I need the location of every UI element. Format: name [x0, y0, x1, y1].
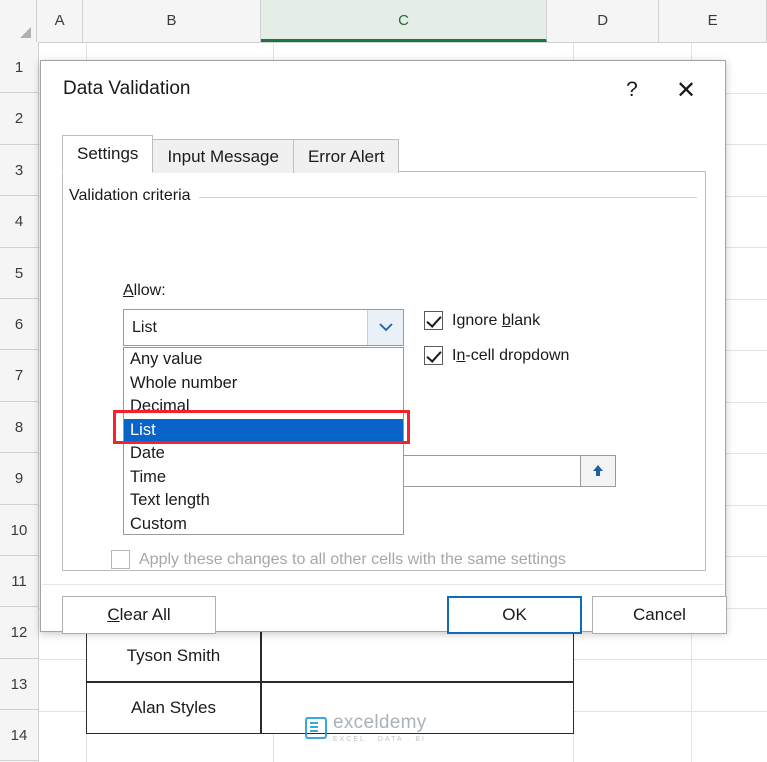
- dropdown-item-whole-number[interactable]: Whole number: [124, 372, 403, 396]
- allow-combobox[interactable]: List: [123, 309, 404, 346]
- row-header-11[interactable]: 11: [0, 556, 38, 608]
- row-header-4[interactable]: 4: [0, 196, 38, 248]
- row-header-6[interactable]: 6: [0, 299, 38, 351]
- table-cell: Alan Styles: [86, 682, 261, 734]
- allow-label: Allow:: [123, 282, 166, 299]
- column-header-c[interactable]: C: [261, 0, 547, 42]
- validation-criteria-label: Validation criteria: [69, 187, 199, 205]
- ignore-blank-row[interactable]: Ignore blank: [424, 311, 540, 330]
- dropdown-item-time[interactable]: Time: [124, 466, 403, 490]
- row-header-2[interactable]: 2: [0, 93, 38, 145]
- row-header-9[interactable]: 9: [0, 453, 38, 505]
- tab-input-message[interactable]: Input Message: [152, 139, 294, 173]
- row-header-1[interactable]: 1: [0, 42, 38, 94]
- dialog-titlebar: Data Validation ? ✕: [41, 61, 725, 117]
- table-cell-text: Alan Styles: [130, 698, 217, 717]
- select-all-corner[interactable]: [0, 0, 38, 42]
- row-header-3[interactable]: 3: [0, 145, 38, 197]
- ok-button[interactable]: OK: [447, 596, 582, 634]
- data-validation-dialog: Data Validation ? ✕ Settings Input Messa…: [40, 60, 727, 634]
- ignore-blank-label: Ignore blank: [452, 311, 541, 329]
- allow-selected-value: List: [132, 318, 157, 336]
- watermark-text: exceldemy: [333, 712, 427, 733]
- watermark: exceldemy EXCEL · DATA · BI: [305, 712, 427, 743]
- ignore-blank-checkbox[interactable]: [424, 311, 443, 330]
- chevron-down-icon[interactable]: [367, 310, 403, 345]
- row-header-14[interactable]: 14: [0, 710, 38, 762]
- table-cell-text: Tyson Smith: [126, 646, 221, 665]
- row-header-13[interactable]: 13: [0, 659, 38, 711]
- column-header-a[interactable]: A: [37, 0, 83, 42]
- dialog-tabs: Settings Input Message Error Alert: [62, 135, 400, 173]
- dropdown-item-custom[interactable]: Custom: [124, 513, 403, 535]
- range-picker-icon[interactable]: [580, 455, 616, 487]
- ok-button-label: OK: [502, 605, 527, 624]
- close-icon[interactable]: ✕: [667, 73, 705, 107]
- row-header-5[interactable]: 5: [0, 248, 38, 299]
- footer-divider: [42, 584, 724, 585]
- row-header-bar: 1 2 3 4 5 6 7 8 9 10 11 12 13 14: [0, 42, 39, 762]
- in-cell-dropdown-checkbox[interactable]: [424, 346, 443, 365]
- apply-all-label: Apply these changes to all other cells w…: [139, 550, 566, 568]
- row-header-10[interactable]: 10: [0, 505, 38, 556]
- help-icon[interactable]: ?: [617, 75, 647, 105]
- dropdown-item-date[interactable]: Date: [124, 442, 403, 466]
- in-cell-dropdown-label: In-cell dropdown: [452, 346, 570, 364]
- dropdown-item-list[interactable]: List: [124, 418, 403, 442]
- clear-all-button[interactable]: Clear All: [62, 596, 216, 634]
- tab-error-alert[interactable]: Error Alert: [292, 139, 400, 173]
- dropdown-item-any-value[interactable]: Any value: [124, 348, 403, 372]
- row-header-12[interactable]: 12: [0, 607, 38, 659]
- allow-dropdown-list[interactable]: Any value Whole number Decimal List Date…: [123, 347, 404, 535]
- tab-settings[interactable]: Settings: [62, 135, 154, 173]
- cancel-button-label: Cancel: [633, 605, 686, 624]
- dialog-title: Data Validation: [63, 78, 191, 99]
- exceldemy-logo-icon: [305, 716, 327, 739]
- column-header-b[interactable]: B: [82, 0, 262, 42]
- apply-all-checkbox[interactable]: [111, 550, 130, 569]
- table-cell: Tyson Smith: [86, 630, 261, 682]
- watermark-tagline: EXCEL · DATA · BI: [333, 736, 426, 743]
- column-header-bar: A B C D E: [0, 0, 767, 43]
- column-header-e[interactable]: E: [659, 0, 767, 42]
- dropdown-item-text-length[interactable]: Text length: [124, 489, 403, 513]
- select-all-icon: [20, 27, 32, 38]
- row-header-8[interactable]: 8: [0, 402, 38, 454]
- row-header-7[interactable]: 7: [0, 350, 38, 402]
- column-header-d[interactable]: D: [546, 0, 660, 42]
- in-cell-dropdown-row[interactable]: In-cell dropdown: [424, 346, 569, 365]
- dropdown-item-decimal[interactable]: Decimal: [124, 395, 403, 419]
- apply-all-row[interactable]: Apply these changes to all other cells w…: [111, 550, 566, 569]
- table-cell-c: [261, 630, 574, 682]
- cancel-button[interactable]: Cancel: [592, 596, 727, 634]
